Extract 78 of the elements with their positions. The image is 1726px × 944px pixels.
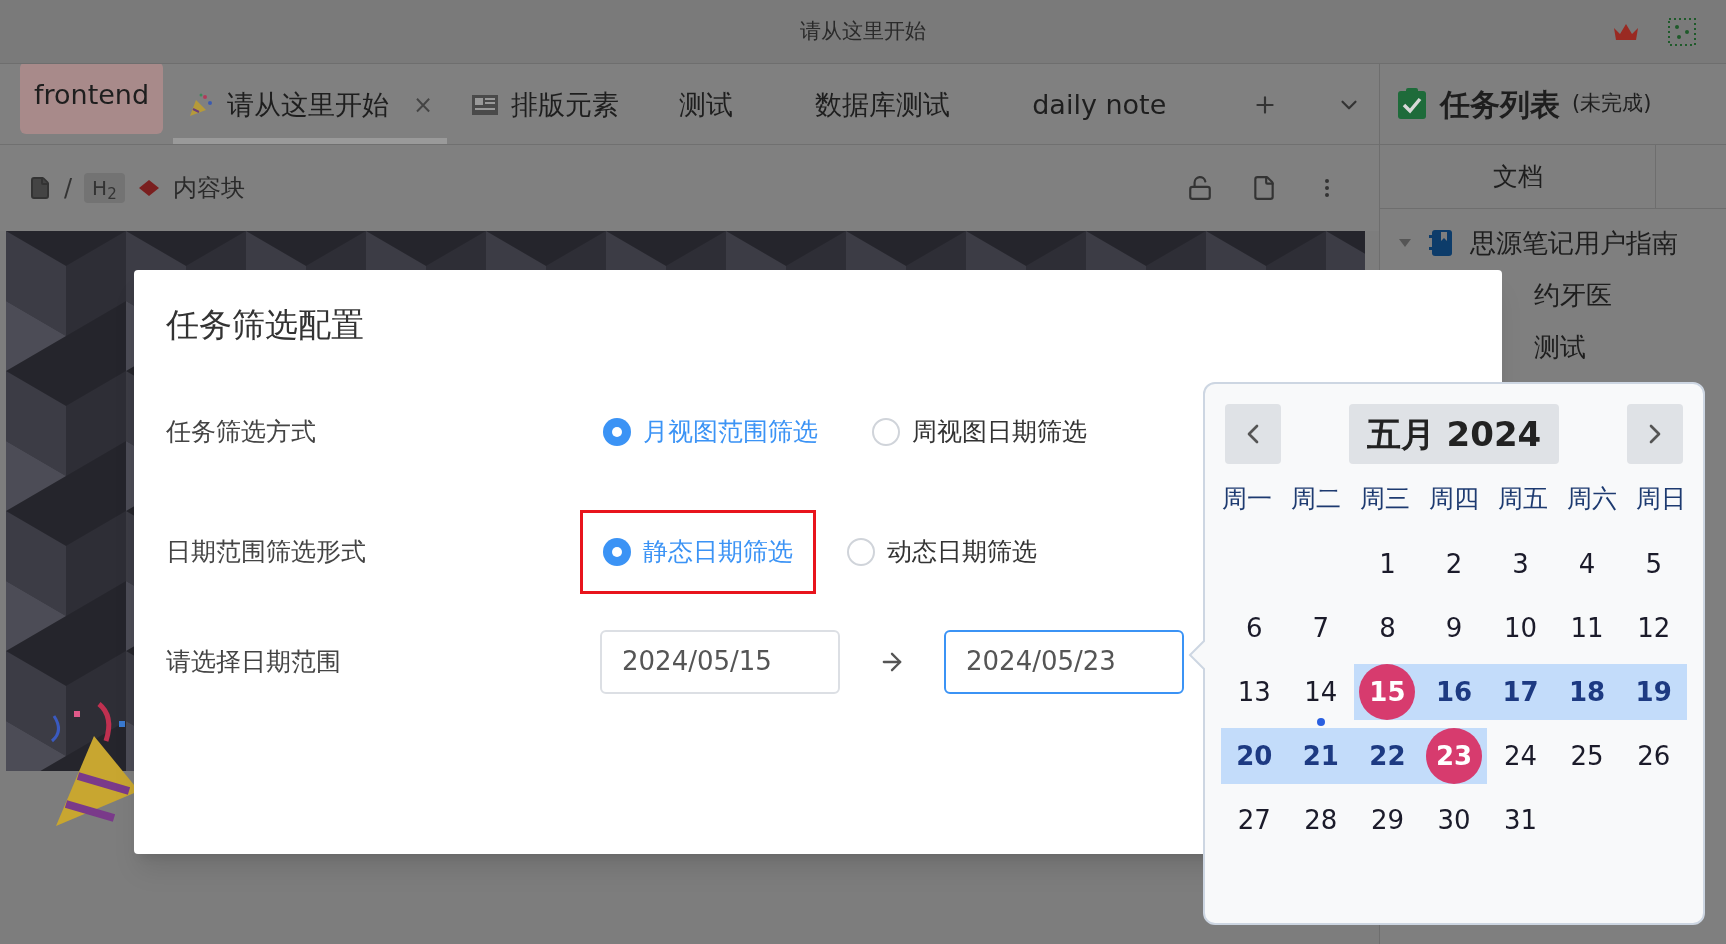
- calendar-day[interactable]: 13: [1226, 664, 1283, 720]
- calendar-day[interactable]: 2: [1426, 536, 1482, 592]
- calendar-day[interactable]: 19: [1625, 664, 1682, 720]
- tree-item[interactable]: 思源笔记用户指南: [1380, 217, 1726, 269]
- panel-subtitle: (未完成): [1572, 90, 1652, 118]
- radio-option[interactable]: 周视图日期筛选: [849, 389, 1110, 474]
- tab[interactable]: 排版元素: [457, 72, 634, 144]
- calendar-day[interactable]: 18: [1559, 664, 1616, 720]
- calendar-day[interactable]: 31: [1492, 792, 1549, 848]
- field-label: 日期范围筛选形式: [166, 535, 367, 568]
- calendar-day[interactable]: 29: [1359, 792, 1416, 848]
- calendar-day[interactable]: 9: [1426, 600, 1482, 656]
- breadcrumb-separator: /: [64, 173, 73, 204]
- calendar-day[interactable]: 16: [1426, 664, 1482, 720]
- radio-label: 静态日期筛选: [643, 535, 793, 568]
- calendar-day[interactable]: 20: [1226, 728, 1283, 784]
- calendar-day[interactable]: 8: [1359, 600, 1416, 656]
- file-icon[interactable]: [1251, 175, 1277, 201]
- previous-month-button[interactable]: [1225, 404, 1281, 464]
- field-label: 任务筛选方式: [166, 415, 317, 448]
- month-title[interactable]: 五月 2024: [1348, 404, 1560, 464]
- radio-button[interactable]: [872, 417, 900, 446]
- radio-button[interactable]: [603, 417, 631, 446]
- calendar-day[interactable]: 27: [1226, 792, 1283, 848]
- notebook-icon: [1428, 229, 1454, 257]
- calendar-day[interactable]: 21: [1292, 728, 1349, 784]
- calendar-day[interactable]: 25: [1559, 728, 1616, 784]
- radio-label: 动态日期筛选: [887, 535, 1037, 568]
- calendar-day[interactable]: 14: [1292, 664, 1349, 720]
- calendar-day[interactable]: 15: [1359, 664, 1416, 720]
- radio-button[interactable]: [603, 537, 631, 566]
- weekday-label: 周六: [1565, 483, 1618, 516]
- calendar-day[interactable]: 1: [1359, 536, 1416, 592]
- radio-button[interactable]: [847, 537, 875, 566]
- calendar-day[interactable]: 17: [1492, 664, 1549, 720]
- unlock-icon[interactable]: [1187, 175, 1213, 201]
- calendar-day[interactable]: 10: [1492, 600, 1549, 656]
- weekday-label: 周四: [1428, 483, 1480, 516]
- calendar-day[interactable]: 23: [1426, 728, 1482, 784]
- tab[interactable]: 数据库测试: [779, 72, 987, 144]
- calendar-day[interactable]: 30: [1426, 792, 1482, 848]
- next-month-button[interactable]: [1627, 404, 1683, 464]
- calendar-day[interactable]: 28: [1292, 792, 1349, 848]
- calendar-day[interactable]: 24: [1492, 728, 1549, 784]
- tab[interactable]: 测试: [643, 72, 770, 144]
- weekday-label: 周五: [1496, 483, 1549, 516]
- start-date-field[interactable]: 2024/05/15: [600, 629, 840, 694]
- calendar-day[interactable]: 4: [1559, 536, 1616, 592]
- tab[interactable]: daily note: [996, 72, 1203, 144]
- checklist-icon: [1396, 87, 1428, 121]
- expand-caret-icon[interactable]: [1398, 238, 1412, 248]
- calendar-day[interactable]: 22: [1359, 728, 1416, 784]
- calendar-day[interactable]: 7: [1292, 600, 1349, 656]
- end-date-field[interactable]: 2024/05/23: [944, 629, 1184, 694]
- weekday-label: 周日: [1634, 483, 1687, 516]
- radio-option[interactable]: 动态日期筛选: [824, 509, 1060, 594]
- dotted-grid-icon: [1668, 18, 1696, 46]
- dialog-title: 任务筛选配置: [166, 304, 365, 346]
- calendar-day[interactable]: 3: [1492, 536, 1549, 592]
- calendar-day[interactable]: 12: [1625, 600, 1682, 656]
- calendar-day[interactable]: 26: [1625, 728, 1682, 784]
- document-icon[interactable]: [28, 176, 52, 200]
- radio-label: 周视图日期筛选: [912, 415, 1087, 448]
- weekday-label: 周二: [1290, 483, 1343, 516]
- calendar-day[interactable]: 5: [1625, 536, 1682, 592]
- panel-tab[interactable]: 文档: [1380, 145, 1656, 208]
- tab[interactable]: frontend: [20, 62, 164, 134]
- weekday-label: 周三: [1359, 483, 1412, 516]
- radio-label: 月视图范围筛选: [643, 415, 818, 448]
- panel-title: 任务列表: [1440, 85, 1560, 124]
- newspaper-icon: [471, 93, 500, 117]
- window-title: 请从这里开始: [800, 17, 926, 45]
- field-label: 请选择日期范围: [166, 645, 342, 678]
- calendar-day[interactable]: 11: [1559, 600, 1616, 656]
- calendar-day[interactable]: 6: [1226, 600, 1283, 656]
- crown-icon: [1612, 22, 1640, 42]
- weekday-label: 周一: [1221, 483, 1274, 516]
- breadcrumb-block[interactable]: 内容块: [172, 170, 245, 206]
